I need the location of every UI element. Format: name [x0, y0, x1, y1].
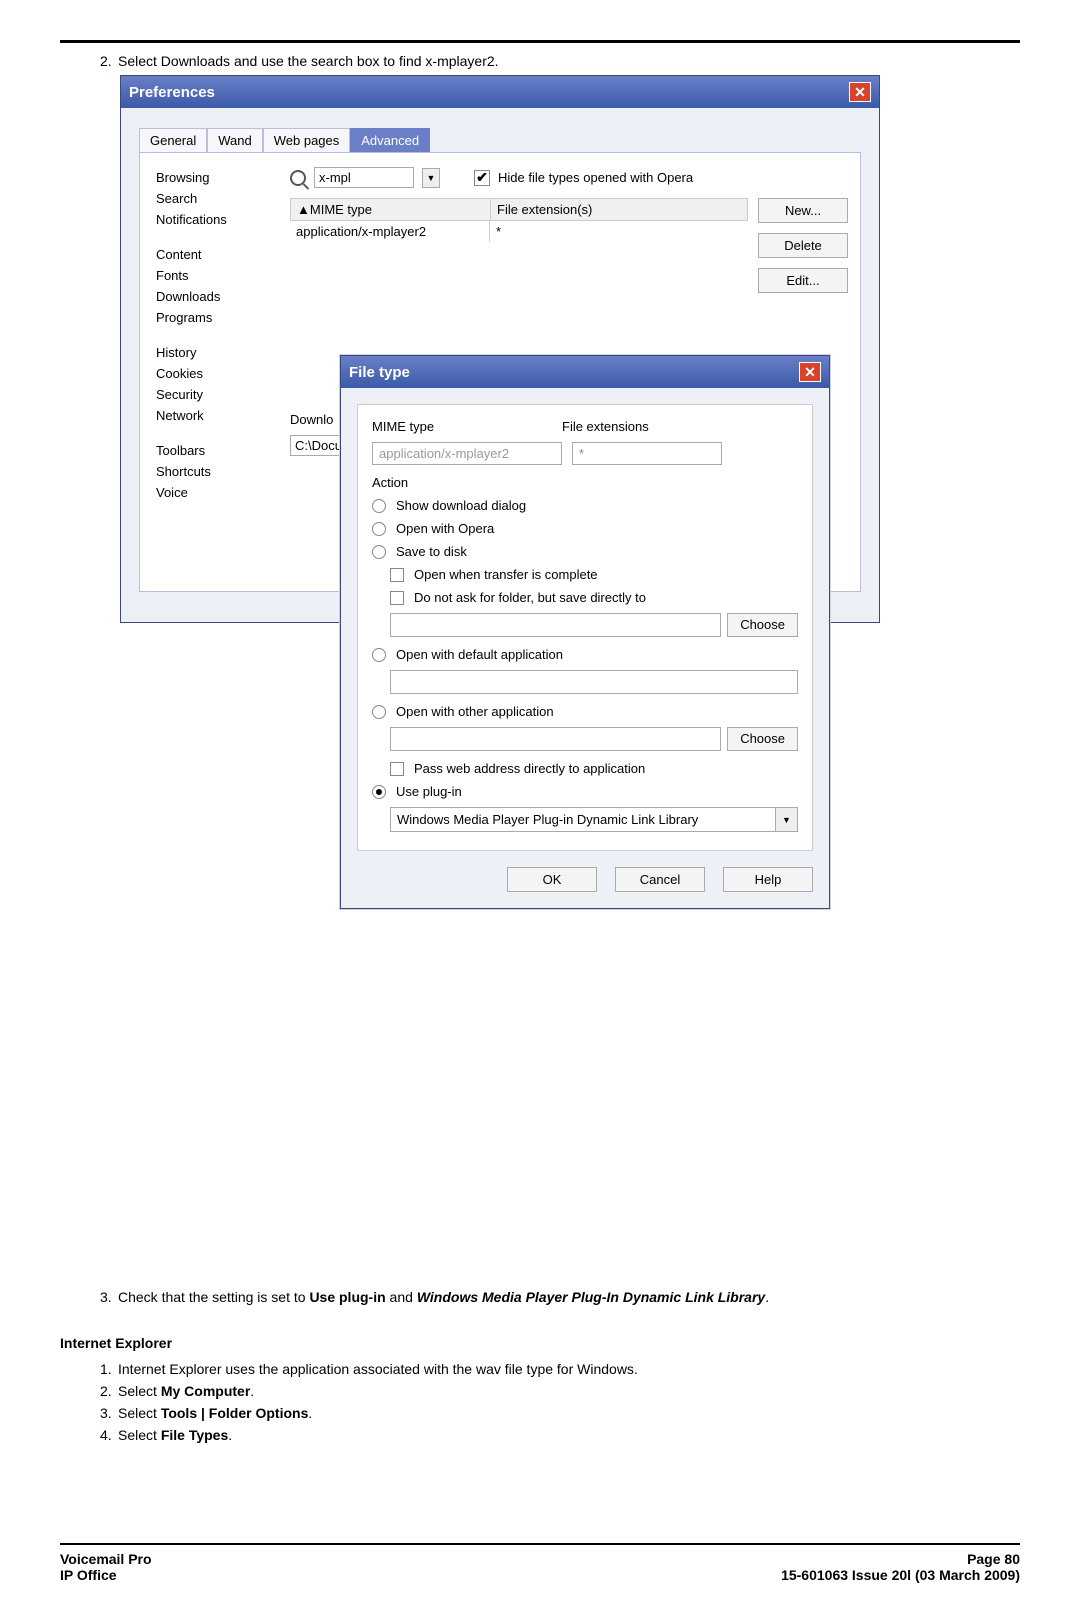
- radio-show-download[interactable]: [372, 499, 386, 513]
- default-app-input[interactable]: [390, 670, 798, 694]
- close-icon[interactable]: ✕: [799, 362, 821, 382]
- chevron-down-icon[interactable]: ▼: [775, 808, 797, 831]
- close-icon[interactable]: ✕: [849, 82, 871, 102]
- radio-other-app[interactable]: [372, 705, 386, 719]
- search-icon: [290, 170, 306, 186]
- checkbox-open-complete[interactable]: [390, 568, 404, 582]
- choose-folder-button[interactable]: Choose: [727, 613, 798, 637]
- cancel-button[interactable]: Cancel: [615, 867, 705, 892]
- download-folder-input[interactable]: C:\Docu: [290, 435, 346, 456]
- sidebar-item-downloads[interactable]: Downloads: [152, 286, 282, 307]
- footer-docid: 15-601063 Issue 20l (03 March 2009): [781, 1567, 1020, 1583]
- preferences-title: Preferences: [129, 84, 215, 101]
- hide-checkbox[interactable]: ✔: [474, 170, 490, 186]
- checkbox-pass-address[interactable]: [390, 762, 404, 776]
- ie-step-2: 2.Select My Computer.: [100, 1383, 1020, 1399]
- file-extensions-label: File extensions: [562, 419, 649, 434]
- ie-step-3: 3.Select Tools | Folder Options.: [100, 1405, 1020, 1421]
- sidebar-item-programs[interactable]: Programs: [152, 307, 282, 328]
- save-folder-input[interactable]: [390, 613, 721, 637]
- ie-step-1: 1.Internet Explorer uses the application…: [100, 1361, 1020, 1377]
- mime-type-label: MIME type: [372, 419, 552, 434]
- footer-platform: IP Office: [60, 1567, 152, 1583]
- filetype-titlebar: File type ✕: [341, 356, 829, 388]
- hide-label: Hide file types opened with Opera: [498, 170, 693, 185]
- checkbox-no-ask-folder[interactable]: [390, 591, 404, 605]
- sidebar-item-toolbars[interactable]: Toolbars: [152, 440, 282, 461]
- sidebar-item-history[interactable]: History: [152, 342, 282, 363]
- edit-button[interactable]: Edit...: [758, 268, 848, 293]
- sidebar-item-voice[interactable]: Voice: [152, 482, 282, 503]
- mime-table-header: ▲MIME type File extension(s): [290, 198, 748, 221]
- tab-general[interactable]: General: [139, 128, 207, 152]
- sidebar-item-browsing[interactable]: Browsing: [152, 167, 282, 188]
- file-extensions-input[interactable]: [572, 442, 722, 465]
- advanced-sidebar: Browsing Search Notifications Content Fo…: [152, 167, 282, 571]
- radio-default-app[interactable]: [372, 648, 386, 662]
- step-3: 3.Check that the setting is set to Use p…: [100, 1289, 1020, 1305]
- sidebar-item-security[interactable]: Security: [152, 384, 282, 405]
- sidebar-item-search[interactable]: Search: [152, 188, 282, 209]
- action-label: Action: [372, 475, 798, 490]
- mime-table-row[interactable]: application/x-mplayer2 *: [290, 221, 748, 242]
- footer-page: Page 80: [781, 1551, 1020, 1567]
- sidebar-item-cookies[interactable]: Cookies: [152, 363, 282, 384]
- filetype-title: File type: [349, 364, 410, 381]
- new-button[interactable]: New...: [758, 198, 848, 223]
- footer-product: Voicemail Pro: [60, 1551, 152, 1567]
- radio-open-opera[interactable]: [372, 522, 386, 536]
- sidebar-item-fonts[interactable]: Fonts: [152, 265, 282, 286]
- sidebar-item-shortcuts[interactable]: Shortcuts: [152, 461, 282, 482]
- radio-use-plugin[interactable]: [372, 785, 386, 799]
- ie-step-4: 4.Select File Types.: [100, 1427, 1020, 1443]
- ok-button[interactable]: OK: [507, 867, 597, 892]
- mime-type-input[interactable]: [372, 442, 562, 465]
- ie-heading: Internet Explorer: [60, 1335, 1020, 1351]
- search-input[interactable]: [314, 167, 414, 188]
- filetype-dialog: File type ✕ MIME type File extensions Ac…: [340, 355, 830, 909]
- sidebar-item-network[interactable]: Network: [152, 405, 282, 426]
- radio-save-disk[interactable]: [372, 545, 386, 559]
- choose-app-button[interactable]: Choose: [727, 727, 798, 751]
- plugin-select[interactable]: Windows Media Player Plug-in Dynamic Lin…: [390, 807, 798, 832]
- tab-wand[interactable]: Wand: [207, 128, 262, 152]
- chevron-down-icon[interactable]: ▼: [422, 168, 440, 188]
- delete-button[interactable]: Delete: [758, 233, 848, 258]
- step-2: 2.Select Downloads and use the search bo…: [100, 53, 1020, 69]
- sidebar-item-notifications[interactable]: Notifications: [152, 209, 282, 230]
- other-app-input[interactable]: [390, 727, 721, 751]
- tab-advanced[interactable]: Advanced: [350, 128, 430, 152]
- tab-webpages[interactable]: Web pages: [263, 128, 351, 152]
- help-button[interactable]: Help: [723, 867, 813, 892]
- preferences-titlebar: Preferences ✕: [121, 76, 879, 108]
- sidebar-item-content[interactable]: Content: [152, 244, 282, 265]
